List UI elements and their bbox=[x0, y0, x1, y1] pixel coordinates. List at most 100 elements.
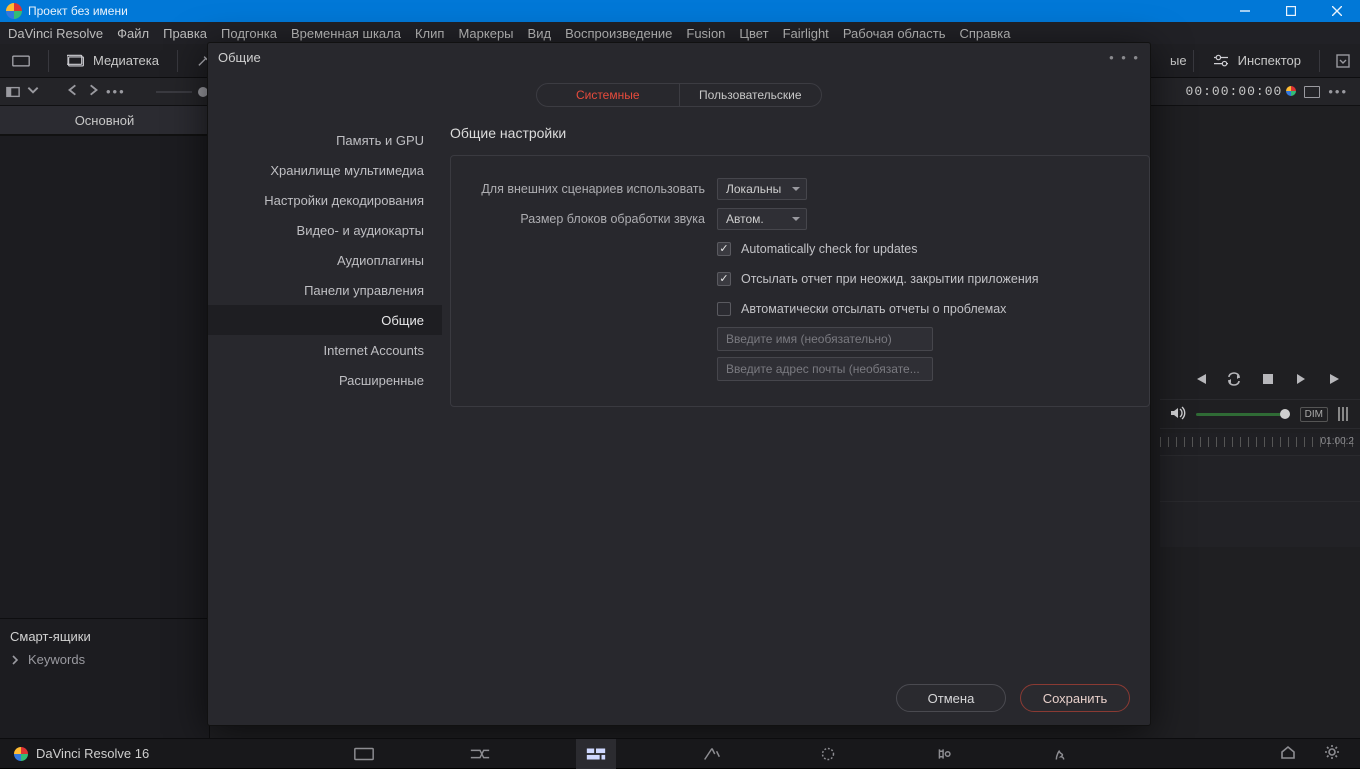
goto-end-icon[interactable] bbox=[1328, 372, 1344, 389]
checkbox-auto-report-label: Автоматически отсылать отчеты о проблема… bbox=[741, 302, 1006, 316]
smart-bins-panel: Смарт-ящики Keywords bbox=[0, 618, 209, 738]
transport-controls bbox=[1160, 366, 1360, 399]
timeline-track-upper[interactable] bbox=[1160, 455, 1360, 501]
side-audio-plugins[interactable]: Аудиоплагины bbox=[208, 245, 442, 275]
page-media[interactable] bbox=[344, 739, 384, 769]
side-label: Панели управления bbox=[304, 283, 424, 298]
meter-icon[interactable] bbox=[1338, 407, 1350, 421]
viewer-mode-icon[interactable] bbox=[1304, 86, 1320, 98]
project-settings-button[interactable] bbox=[1324, 744, 1340, 763]
prefs-scope-segment: Системные Пользовательские bbox=[536, 83, 822, 107]
window-close-button[interactable] bbox=[1314, 0, 1360, 22]
timeline-ruler[interactable]: 01:00:2 bbox=[1160, 433, 1360, 455]
side-memory-gpu[interactable]: Память и GPU bbox=[208, 125, 442, 155]
page-edit[interactable] bbox=[576, 739, 616, 769]
report-name-input[interactable]: Введите имя (необязательно) bbox=[717, 327, 933, 351]
page-cut[interactable] bbox=[460, 739, 500, 769]
viewer-timecode[interactable]: 00:00:00:00 bbox=[1186, 84, 1297, 99]
stop-icon[interactable] bbox=[1260, 372, 1276, 389]
dialog-more-icon[interactable]: • • • bbox=[1109, 50, 1140, 65]
menu-clip[interactable]: Клип bbox=[415, 26, 444, 41]
select-value: Автом. bbox=[726, 212, 764, 226]
menu-color[interactable]: Цвет bbox=[739, 26, 768, 41]
speaker-icon[interactable] bbox=[1170, 406, 1186, 423]
inspector-label: Инспектор bbox=[1238, 53, 1301, 68]
menu-fusion[interactable]: Fusion bbox=[686, 26, 725, 41]
menu-help[interactable]: Справка bbox=[959, 26, 1010, 41]
chevron-down-icon[interactable] bbox=[26, 83, 40, 100]
window-maximize-button[interactable] bbox=[1268, 0, 1314, 22]
goto-start-icon[interactable] bbox=[1192, 372, 1208, 389]
page-fusion[interactable] bbox=[692, 739, 732, 769]
checkbox-auto-report[interactable] bbox=[717, 302, 731, 316]
app-icon bbox=[6, 3, 22, 19]
more-icon[interactable]: ••• bbox=[106, 84, 126, 99]
media-sidebar: Основной Смарт-ящики Keywords bbox=[0, 106, 210, 738]
ruler-end-label: 01:00:2 bbox=[1321, 436, 1354, 447]
side-label: Общие bbox=[381, 313, 424, 328]
menu-view[interactable]: Вид bbox=[528, 26, 552, 41]
ext-scripts-label: Для внешних сценариев использовать bbox=[469, 182, 717, 196]
side-internet-accounts[interactable]: Internet Accounts bbox=[208, 335, 442, 365]
layout-button[interactable] bbox=[0, 44, 42, 78]
side-decode[interactable]: Настройки декодирования bbox=[208, 185, 442, 215]
volume-slider[interactable] bbox=[1196, 413, 1290, 416]
smart-bins-header: Смарт-ящики bbox=[10, 629, 199, 644]
side-media-storage[interactable]: Хранилище мультимедиа bbox=[208, 155, 442, 185]
menu-timeline[interactable]: Временная шкала bbox=[291, 26, 401, 41]
menu-trim[interactable]: Подгонка bbox=[221, 26, 277, 41]
menu-app[interactable]: DaVinci Resolve bbox=[8, 26, 103, 41]
prefs-sidebar: Память и GPU Хранилище мультимедиа Настр… bbox=[208, 125, 442, 671]
side-label: Аудиоплагины bbox=[337, 253, 424, 268]
menu-edit[interactable]: Правка bbox=[163, 26, 207, 41]
input-placeholder: Введите адрес почты (необязате... bbox=[726, 362, 920, 376]
smart-bin-keywords[interactable]: Keywords bbox=[10, 652, 199, 667]
side-label: Память и GPU bbox=[336, 133, 424, 148]
page-deliver[interactable] bbox=[1040, 739, 1080, 769]
menu-fairlight[interactable]: Fairlight bbox=[783, 26, 829, 41]
page-fairlight[interactable] bbox=[924, 739, 964, 769]
timeline-track-lower[interactable] bbox=[1160, 501, 1360, 547]
main-menu: DaVinci Resolve Файл Правка Подгонка Вре… bbox=[0, 22, 1360, 44]
home-button[interactable] bbox=[1280, 744, 1296, 763]
panel-layout-icon[interactable] bbox=[6, 85, 20, 99]
report-email-input[interactable]: Введите адрес почты (необязате... bbox=[717, 357, 933, 381]
side-label: Internet Accounts bbox=[324, 343, 424, 358]
ext-scripts-select[interactable]: Локальны bbox=[717, 178, 807, 200]
checkbox-updates[interactable] bbox=[717, 242, 731, 256]
side-label: Настройки декодирования bbox=[264, 193, 424, 208]
inspector-button[interactable]: Инспектор bbox=[1200, 44, 1313, 78]
viewer-more-icon[interactable]: ••• bbox=[1328, 84, 1348, 99]
checkbox-crash-report[interactable] bbox=[717, 272, 731, 286]
page-color[interactable] bbox=[808, 739, 848, 769]
window-minimize-button[interactable] bbox=[1222, 0, 1268, 22]
segment-user[interactable]: Пользовательские bbox=[680, 84, 822, 106]
side-advanced[interactable]: Расширенные bbox=[208, 365, 442, 395]
partial-label: ые bbox=[1170, 53, 1187, 68]
dim-button[interactable]: DIM bbox=[1300, 407, 1328, 422]
menu-playback[interactable]: Воспроизведение bbox=[565, 26, 672, 41]
side-video-audio-io[interactable]: Видео- и аудиокарты bbox=[208, 215, 442, 245]
menu-markers[interactable]: Маркеры bbox=[458, 26, 513, 41]
nav-prev-icon[interactable] bbox=[66, 83, 80, 100]
sidebar-tab-main[interactable]: Основной bbox=[0, 106, 209, 136]
dialog-footer: Отмена Сохранить bbox=[208, 671, 1150, 725]
menu-file[interactable]: Файл bbox=[117, 26, 149, 41]
chevron-right-icon bbox=[10, 655, 20, 665]
loop-icon[interactable] bbox=[1226, 372, 1242, 389]
segment-system[interactable]: Системные bbox=[537, 84, 680, 106]
source-viewer: DIM 01:00:2 bbox=[1160, 366, 1360, 547]
dialog-title: Общие bbox=[218, 50, 261, 65]
side-control-panels[interactable]: Панели управления bbox=[208, 275, 442, 305]
audio-block-select[interactable]: Автом. bbox=[717, 208, 807, 230]
segment-system-label: Системные bbox=[576, 88, 640, 102]
toolbar-expand-button[interactable] bbox=[1326, 44, 1360, 78]
side-general[interactable]: Общие bbox=[208, 305, 442, 335]
save-button[interactable]: Сохранить bbox=[1020, 684, 1130, 712]
media-pool-button[interactable]: Медиатека bbox=[55, 44, 171, 78]
window-titlebar: Проект без имени bbox=[0, 0, 1360, 22]
menu-workspace[interactable]: Рабочая область bbox=[843, 26, 946, 41]
next-frame-icon[interactable] bbox=[1294, 372, 1310, 389]
nav-next-icon[interactable] bbox=[86, 83, 100, 100]
cancel-button[interactable]: Отмена bbox=[896, 684, 1006, 712]
